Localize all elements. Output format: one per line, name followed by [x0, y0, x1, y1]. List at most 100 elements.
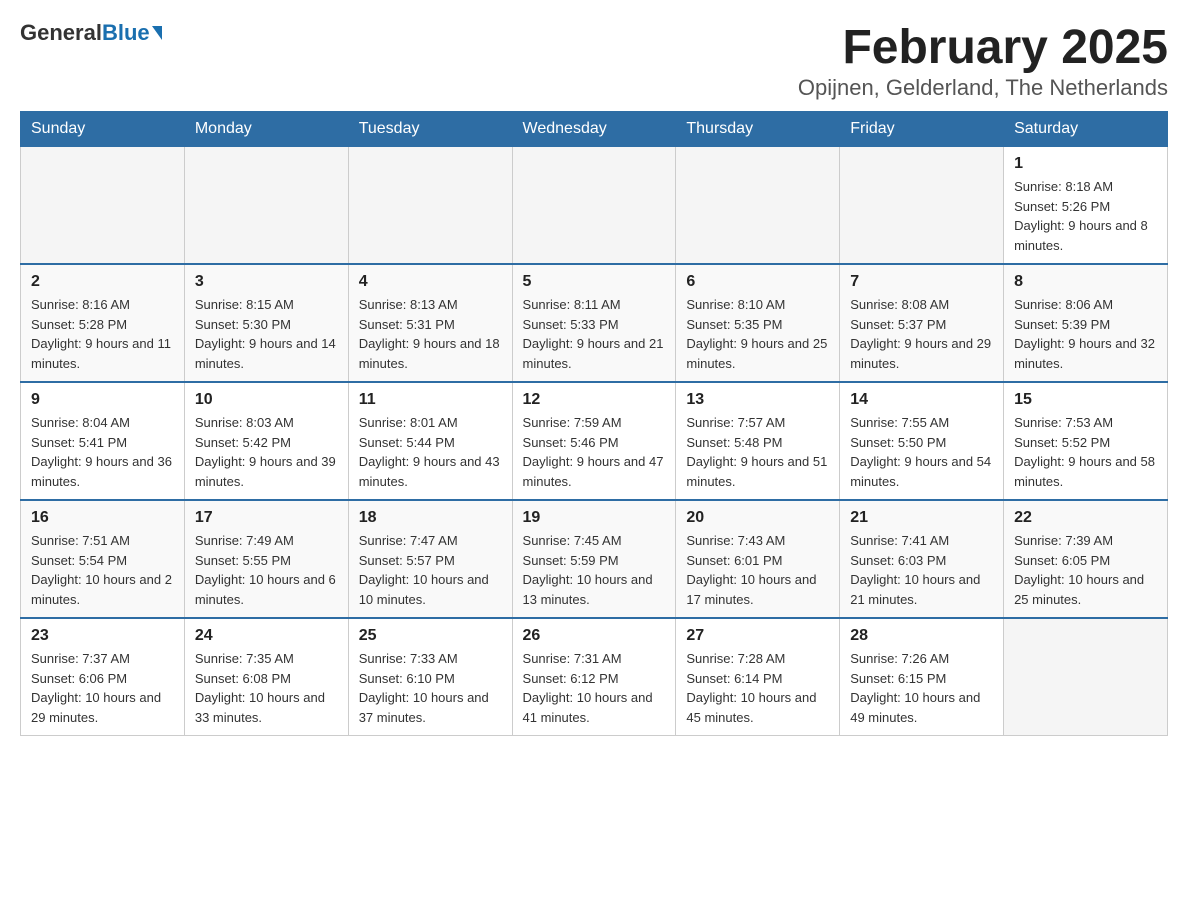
day-of-week-header: Monday [184, 112, 348, 147]
day-info: Sunrise: 8:06 AMSunset: 5:39 PMDaylight:… [1014, 295, 1157, 373]
calendar-cell: 7Sunrise: 8:08 AMSunset: 5:37 PMDaylight… [840, 264, 1004, 382]
day-info-line: Daylight: 9 hours and 29 minutes. [850, 334, 993, 373]
day-number: 4 [359, 273, 502, 291]
day-info-line: Sunset: 5:54 PM [31, 551, 174, 571]
day-info-line: Sunset: 6:15 PM [850, 669, 993, 689]
day-info-line: Sunset: 5:31 PM [359, 315, 502, 335]
day-number: 25 [359, 627, 502, 645]
day-info-line: Sunset: 6:10 PM [359, 669, 502, 689]
calendar-week-row: 23Sunrise: 7:37 AMSunset: 6:06 PMDayligh… [21, 618, 1168, 736]
day-info-line: Sunrise: 7:47 AM [359, 531, 502, 551]
day-info-line: Sunset: 5:50 PM [850, 433, 993, 453]
day-info-line: Sunset: 5:57 PM [359, 551, 502, 571]
calendar-cell: 9 Sunrise: 8:04 AMSunset: 5:41 PMDaylight… [21, 382, 185, 500]
calendar-table: SundayMondayTuesdayWednesdayThursdayFrid… [20, 111, 1168, 736]
day-of-week-header: Friday [840, 112, 1004, 147]
day-number: 1 [1014, 155, 1157, 173]
calendar-cell: 25Sunrise: 7:33 AMSunset: 6:10 PMDayligh… [348, 618, 512, 736]
calendar-week-row: 1 Sunrise: 8:18 AMSunset: 5:26 PMDaylight… [21, 147, 1168, 265]
day-number: 9 [31, 391, 174, 409]
day-number: 18 [359, 509, 502, 527]
day-info: Sunrise: 7:39 AMSunset: 6:05 PMDaylight:… [1014, 531, 1157, 609]
day-info-line: Sunset: 5:52 PM [1014, 433, 1157, 453]
calendar-cell: 21Sunrise: 7:41 AMSunset: 6:03 PMDayligh… [840, 500, 1004, 618]
day-info-line: Sunrise: 8:18 AM [1014, 177, 1157, 197]
day-info: Sunrise: 8:11 AMSunset: 5:33 PMDaylight:… [523, 295, 666, 373]
day-info-line: Daylight: 9 hours and 51 minutes. [686, 452, 829, 491]
day-info: Sunrise: 7:26 AMSunset: 6:15 PMDaylight:… [850, 649, 993, 727]
calendar-cell [348, 147, 512, 265]
day-info: Sunrise: 7:55 AMSunset: 5:50 PMDaylight:… [850, 413, 993, 491]
day-number: 22 [1014, 509, 1157, 527]
day-info: Sunrise: 8:01 AMSunset: 5:44 PMDaylight:… [359, 413, 502, 491]
day-of-week-header: Wednesday [512, 112, 676, 147]
day-info: Sunrise: 7:35 AMSunset: 6:08 PMDaylight:… [195, 649, 338, 727]
day-info-line: Daylight: 10 hours and 41 minutes. [523, 688, 666, 727]
day-info-line: Sunset: 5:33 PM [523, 315, 666, 335]
day-info-line: Sunset: 6:12 PM [523, 669, 666, 689]
day-info-line: Sunrise: 7:59 AM [523, 413, 666, 433]
day-info-line: Sunrise: 8:06 AM [1014, 295, 1157, 315]
day-number: 27 [686, 627, 829, 645]
calendar-cell: 16Sunrise: 7:51 AMSunset: 5:54 PMDayligh… [21, 500, 185, 618]
day-info: Sunrise: 8:04 AMSunset: 5:41 PMDaylight:… [31, 413, 174, 491]
day-info: Sunrise: 8:10 AMSunset: 5:35 PMDaylight:… [686, 295, 829, 373]
day-info-line: Sunrise: 8:04 AM [31, 413, 174, 433]
day-info-line: Sunset: 5:26 PM [1014, 197, 1157, 217]
calendar-cell [1004, 618, 1168, 736]
day-info: Sunrise: 8:03 AMSunset: 5:42 PMDaylight:… [195, 413, 338, 491]
day-info-line: Daylight: 9 hours and 39 minutes. [195, 452, 338, 491]
day-info-line: Sunrise: 8:11 AM [523, 295, 666, 315]
calendar-cell: 5Sunrise: 8:11 AMSunset: 5:33 PMDaylight… [512, 264, 676, 382]
day-info-line: Sunset: 6:01 PM [686, 551, 829, 571]
day-number: 26 [523, 627, 666, 645]
day-info-line: Daylight: 9 hours and 18 minutes. [359, 334, 502, 373]
title-area: February 2025 Opijnen, Gelderland, The N… [798, 20, 1168, 101]
day-info-line: Daylight: 9 hours and 21 minutes. [523, 334, 666, 373]
day-info-line: Daylight: 10 hours and 37 minutes. [359, 688, 502, 727]
day-info: Sunrise: 7:51 AMSunset: 5:54 PMDaylight:… [31, 531, 174, 609]
day-info-line: Sunrise: 7:26 AM [850, 649, 993, 669]
day-info: Sunrise: 7:59 AMSunset: 5:46 PMDaylight:… [523, 413, 666, 491]
day-info-line: Sunrise: 8:15 AM [195, 295, 338, 315]
day-number: 24 [195, 627, 338, 645]
day-info-line: Sunrise: 8:01 AM [359, 413, 502, 433]
day-info-line: Sunrise: 7:39 AM [1014, 531, 1157, 551]
day-number: 19 [523, 509, 666, 527]
day-info-line: Daylight: 9 hours and 8 minutes. [1014, 216, 1157, 255]
day-number: 23 [31, 627, 174, 645]
day-info-line: Daylight: 9 hours and 25 minutes. [686, 334, 829, 373]
day-info-line: Daylight: 10 hours and 29 minutes. [31, 688, 174, 727]
calendar-cell: 3Sunrise: 8:15 AMSunset: 5:30 PMDaylight… [184, 264, 348, 382]
calendar-header-row: SundayMondayTuesdayWednesdayThursdayFrid… [21, 112, 1168, 147]
day-number: 11 [359, 391, 502, 409]
calendar-cell: 11 Sunrise: 8:01 AMSunset: 5:44 PMDayligh… [348, 382, 512, 500]
day-info-line: Sunset: 6:14 PM [686, 669, 829, 689]
day-info-line: Sunset: 5:35 PM [686, 315, 829, 335]
calendar-cell: 6Sunrise: 8:10 AMSunset: 5:35 PMDaylight… [676, 264, 840, 382]
day-number: 17 [195, 509, 338, 527]
day-info: Sunrise: 7:47 AMSunset: 5:57 PMDaylight:… [359, 531, 502, 609]
day-info-line: Daylight: 10 hours and 2 minutes. [31, 570, 174, 609]
logo: GeneralBlue [20, 20, 162, 46]
day-info-line: Daylight: 9 hours and 14 minutes. [195, 334, 338, 373]
day-of-week-header: Sunday [21, 112, 185, 147]
day-of-week-header: Thursday [676, 112, 840, 147]
day-info-line: Sunset: 5:39 PM [1014, 315, 1157, 335]
page-header: GeneralBlue February 2025 Opijnen, Gelde… [20, 20, 1168, 101]
day-info-line: Daylight: 10 hours and 10 minutes. [359, 570, 502, 609]
day-info-line: Sunrise: 8:16 AM [31, 295, 174, 315]
calendar-cell: 15Sunrise: 7:53 AMSunset: 5:52 PMDayligh… [1004, 382, 1168, 500]
day-number: 20 [686, 509, 829, 527]
calendar-cell: 20Sunrise: 7:43 AMSunset: 6:01 PMDayligh… [676, 500, 840, 618]
day-info-line: Daylight: 10 hours and 21 minutes. [850, 570, 993, 609]
calendar-cell: 27Sunrise: 7:28 AMSunset: 6:14 PMDayligh… [676, 618, 840, 736]
day-of-week-header: Tuesday [348, 112, 512, 147]
day-info-line: Sunset: 6:03 PM [850, 551, 993, 571]
calendar-cell: 17Sunrise: 7:49 AMSunset: 5:55 PMDayligh… [184, 500, 348, 618]
day-info-line: Daylight: 9 hours and 32 minutes. [1014, 334, 1157, 373]
day-info-line: Sunset: 5:44 PM [359, 433, 502, 453]
calendar-cell: 24 Sunrise: 7:35 AMSunset: 6:08 PMDayligh… [184, 618, 348, 736]
day-info-line: Daylight: 9 hours and 47 minutes. [523, 452, 666, 491]
day-info-line: Sunset: 5:55 PM [195, 551, 338, 571]
